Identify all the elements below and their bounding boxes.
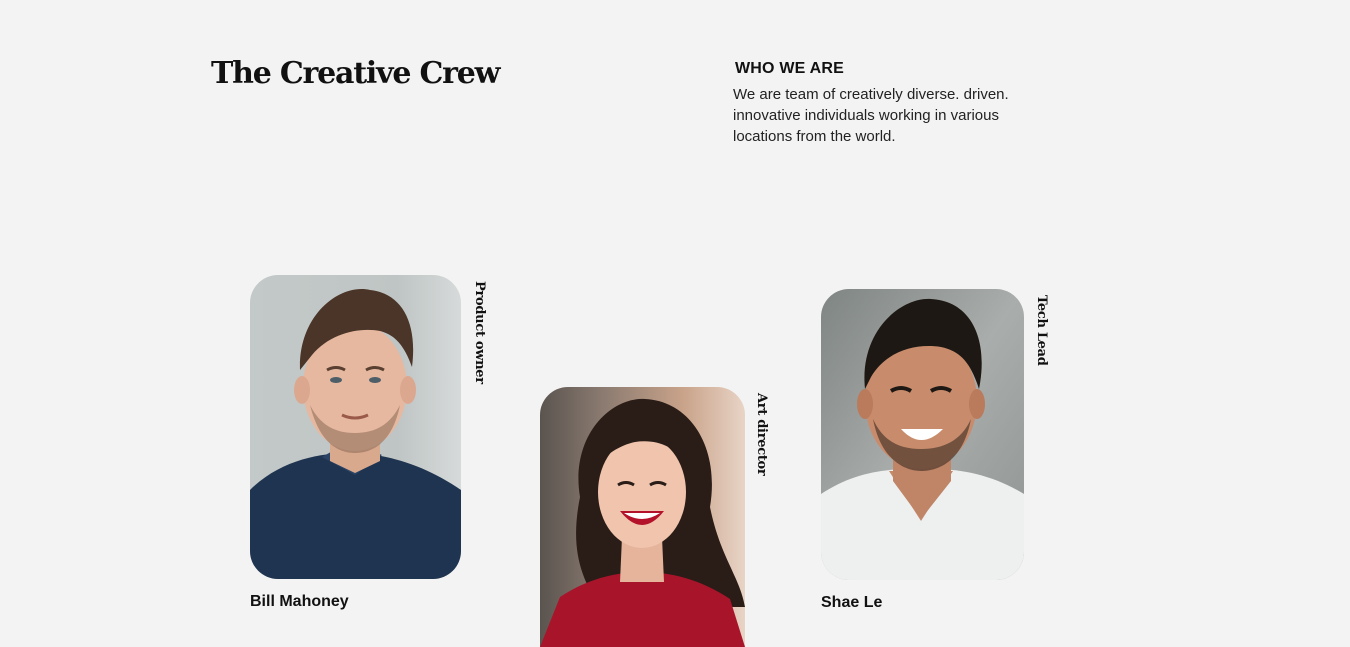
member-photo (250, 275, 461, 579)
member-name: Shae Le (821, 594, 883, 611)
member-role: Art director (754, 393, 769, 476)
page-title: The Creative Crew (211, 56, 500, 91)
woman-portrait-photo-icon (540, 387, 745, 647)
who-we-are-description: We are team of creatively diverse. drive… (733, 86, 1009, 145)
member-photo (540, 387, 745, 647)
member-photo (821, 289, 1024, 580)
member-role: Product owner (472, 281, 487, 384)
who-we-are-heading: WHO WE ARE (735, 60, 844, 77)
member-role: Tech Lead (1034, 295, 1049, 366)
man-portrait-photo-icon (821, 289, 1024, 580)
member-name: Bill Mahoney (250, 593, 349, 610)
man-portrait-photo-icon (250, 275, 461, 579)
who-we-are-section: WHO WE ARE We are team of creatively div… (733, 60, 1023, 147)
